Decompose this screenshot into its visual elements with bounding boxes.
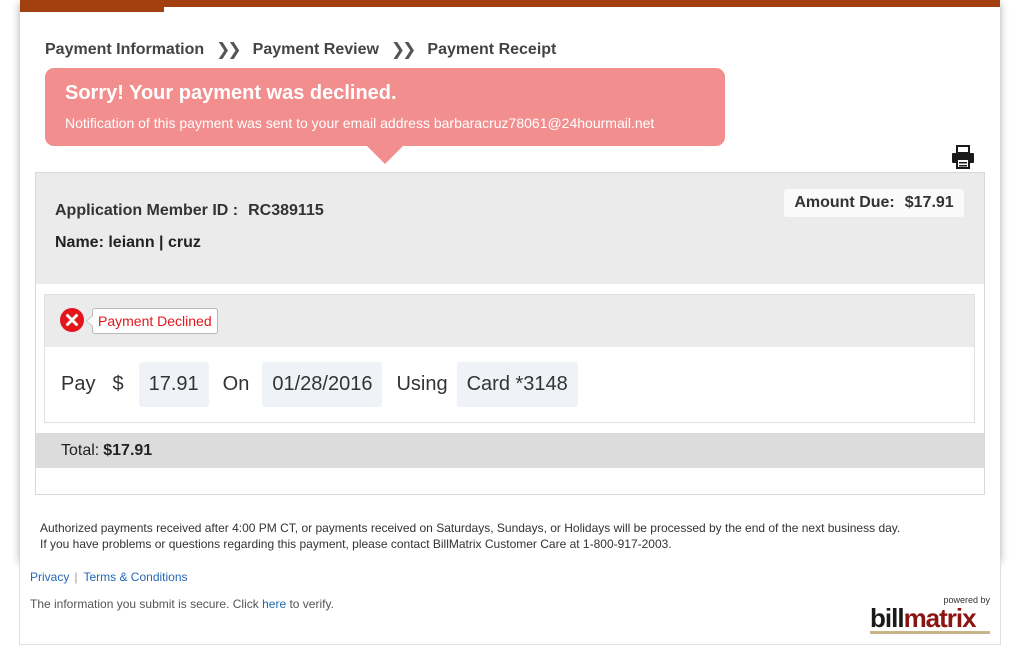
member-id-label: Application Member ID : bbox=[55, 202, 239, 219]
logo-matrix: matrix bbox=[903, 603, 977, 633]
verify-link[interactable]: here bbox=[262, 597, 286, 611]
status-badge: Payment Declined bbox=[86, 308, 218, 334]
amount-due-badge: Amount Due: $17.91 bbox=[784, 189, 964, 217]
receipt-card: Payment Information ❯❯ Payment Review ❯❯… bbox=[20, 0, 1000, 560]
step-payment-information: Payment Information bbox=[45, 41, 205, 58]
notice-line-2: If you have problems or questions regard… bbox=[40, 537, 672, 551]
amount-due-value: $17.91 bbox=[904, 194, 954, 211]
payment-method: Card *3148 bbox=[456, 362, 578, 407]
footer: Privacy | Terms & Conditions The informati… bbox=[19, 560, 1001, 645]
progress-steps: Payment Information ❯❯ Payment Review ❯❯… bbox=[45, 40, 556, 60]
payment-status-row: Payment Declined bbox=[45, 295, 974, 347]
total-label: Total: bbox=[61, 442, 100, 459]
name-label: Name: bbox=[55, 234, 104, 251]
payment-panel: Application Member ID : RC389115 Name: le… bbox=[35, 172, 985, 495]
brand-top-bar bbox=[20, 0, 1000, 7]
privacy-link[interactable]: Privacy bbox=[30, 570, 69, 584]
step-payment-receipt: Payment Receipt bbox=[427, 41, 557, 58]
logo-underline bbox=[870, 631, 990, 634]
member-id-row: Application Member ID : RC389115 bbox=[55, 202, 324, 220]
payment-details: Payment Declined Pay $ 17.91 On 01/28/20… bbox=[44, 294, 975, 423]
account-summary: Application Member ID : RC389115 Name: le… bbox=[36, 173, 984, 284]
alert-title: Sorry! Your payment was declined. bbox=[65, 82, 397, 104]
step-separator-icon: ❯❯ bbox=[216, 40, 241, 59]
secure-prefix: The information you submit is secure. Cl… bbox=[30, 597, 263, 611]
payment-amount: 17.91 bbox=[138, 362, 209, 407]
currency-symbol: $ bbox=[112, 373, 124, 395]
print-icon[interactable] bbox=[950, 145, 976, 169]
total-row: Total: $17.91 bbox=[61, 442, 152, 460]
step-separator-icon: ❯❯ bbox=[390, 40, 416, 59]
pay-word: Pay bbox=[61, 373, 96, 395]
x-circle-icon bbox=[60, 308, 84, 332]
notice-line-1: Authorized payments received after 4:00 … bbox=[40, 521, 901, 535]
total-value: $17.91 bbox=[103, 442, 153, 459]
secure-suffix: to verify. bbox=[286, 597, 334, 611]
using-word: Using bbox=[396, 373, 448, 395]
link-divider: | bbox=[74, 570, 78, 584]
payment-summary-line: Pay $ 17.91 On 01/28/2016 Using Card *31… bbox=[45, 362, 578, 407]
logo-bill: bill bbox=[870, 603, 905, 633]
total-bar: Total: $17.91 bbox=[36, 433, 984, 468]
security-note: The information you submit is secure. Cl… bbox=[30, 597, 334, 611]
amount-due-label: Amount Due: bbox=[794, 194, 895, 211]
name-row: Name: leiann | cruz bbox=[55, 234, 201, 252]
payment-date: 01/28/2016 bbox=[262, 362, 383, 407]
logo-wordmark: billmatrix bbox=[870, 603, 977, 633]
footer-links: Privacy | Terms & Conditions bbox=[30, 570, 188, 584]
terms-link[interactable]: Terms & Conditions bbox=[83, 570, 187, 584]
billmatrix-logo: powered by billmatrix bbox=[870, 595, 992, 635]
member-id-value: RC389115 bbox=[248, 202, 324, 219]
brand-top-tab bbox=[20, 7, 164, 12]
alert-message: Notification of this payment was sent to… bbox=[65, 115, 655, 131]
declined-alert: Sorry! Your payment was declined. Notifi… bbox=[45, 68, 725, 164]
on-word: On bbox=[222, 373, 250, 395]
processing-notice: Authorized payments received after 4:00 … bbox=[40, 520, 900, 552]
step-payment-review: Payment Review bbox=[252, 41, 379, 58]
name-value: leiann | cruz bbox=[108, 234, 201, 251]
